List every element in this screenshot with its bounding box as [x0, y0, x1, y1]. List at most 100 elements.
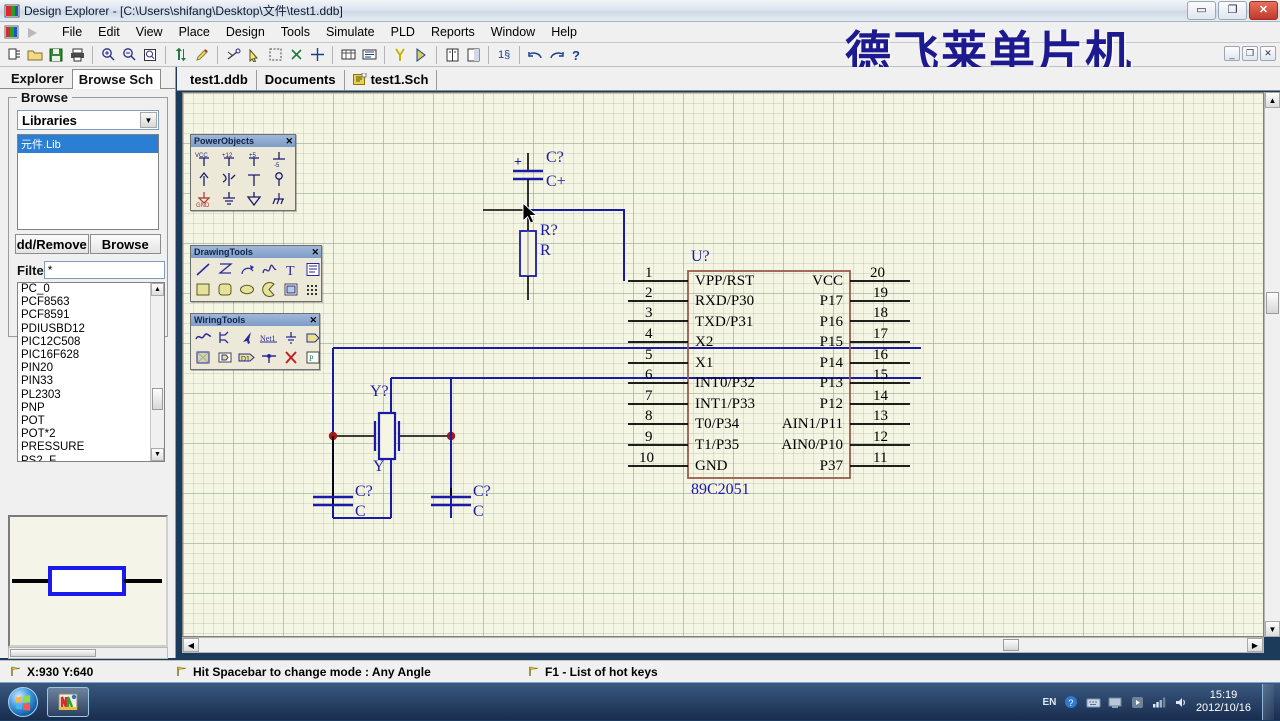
drawing-tools-palette[interactable]: DrawingTools ✕ T	[190, 245, 322, 302]
list-item[interactable]: PDIUSBD12	[18, 323, 164, 336]
list-item[interactable]: PS2_F	[18, 455, 164, 462]
updown-icon[interactable]	[171, 45, 191, 65]
component-list-scrollbar[interactable]: ▲ ▼	[150, 283, 164, 461]
document-app-icon[interactable]	[4, 24, 20, 40]
vcc-power-icon[interactable]: VCC	[193, 149, 214, 168]
menu-item-file[interactable]: File	[54, 23, 90, 41]
scroll-down-icon[interactable]: ▼	[1265, 621, 1280, 637]
menu-item-help[interactable]: Help	[543, 23, 585, 41]
earth-ground-icon[interactable]	[218, 189, 239, 208]
volume-tray-icon[interactable]	[1174, 695, 1189, 710]
start-orb-icon[interactable]	[8, 687, 38, 717]
list-item[interactable]: POT	[18, 415, 164, 428]
sheet-symbol-icon[interactable]	[193, 348, 214, 367]
scrollbar-thumb[interactable]	[1266, 292, 1279, 314]
menu-item-place[interactable]: Place	[171, 23, 218, 41]
list-item[interactable]: PNP	[18, 402, 164, 415]
browse-scope-combo[interactable]: Libraries ▼	[17, 110, 159, 130]
close-icon[interactable]: ✕	[285, 137, 293, 146]
ime-indicator[interactable]: EN	[1042, 695, 1057, 710]
polygon-icon[interactable]	[215, 260, 236, 279]
media-tray-icon[interactable]	[1130, 695, 1145, 710]
open-icon[interactable]	[25, 45, 45, 65]
arc-icon[interactable]	[237, 260, 258, 279]
scrollbar-thumb[interactable]	[10, 649, 96, 657]
ellipse-icon[interactable]	[237, 280, 258, 299]
canvas-vertical-scrollbar[interactable]: ▲ ▼	[1264, 92, 1280, 637]
rectangle-icon[interactable]	[193, 280, 214, 299]
curve-icon[interactable]	[259, 260, 280, 279]
scroll-left-icon[interactable]: ◀	[183, 638, 199, 652]
list-item[interactable]: PIC12C508	[18, 336, 164, 349]
undo-icon[interactable]	[525, 45, 545, 65]
select-area-icon[interactable]	[265, 45, 285, 65]
menu-item-view[interactable]: View	[128, 23, 171, 41]
net-label-icon[interactable]: Net1	[259, 328, 280, 347]
netlist-icon[interactable]	[338, 45, 358, 65]
power-objects-palette[interactable]: PowerObjects ✕ VCC +12 +5 -5 GND	[190, 134, 296, 211]
plus12-power-icon[interactable]: +12	[218, 149, 239, 168]
design-explorer-taskbar-item[interactable]	[47, 687, 89, 717]
scrollbar-thumb[interactable]	[152, 388, 163, 410]
chevron-down-icon[interactable]: ▼	[140, 112, 157, 128]
minimize-button[interactable]: ▭	[1187, 1, 1216, 20]
menu-item-reports[interactable]: Reports	[423, 23, 483, 41]
browse-button[interactable]: Browse	[90, 234, 162, 254]
list-item[interactable]: PIC16F628	[18, 349, 164, 362]
list-item[interactable]: POT*2	[18, 428, 164, 441]
palette-title-bar[interactable]: WiringTools ✕	[191, 314, 319, 326]
library-list-item-selected[interactable]: 元件.Lib	[18, 135, 158, 153]
menu-item-design[interactable]: Design	[218, 23, 273, 41]
tab-browse-sch[interactable]: Browse Sch	[72, 69, 161, 89]
scroll-right-icon[interactable]: ▶	[1247, 638, 1263, 652]
menu-item-simulate[interactable]: Simulate	[318, 23, 383, 41]
keyboard-tray-icon[interactable]	[1086, 695, 1101, 710]
tab-documents[interactable]: Documents	[257, 70, 345, 90]
tab-test1-sch[interactable]: test1.Sch	[345, 70, 438, 90]
network-tray-icon[interactable]	[1152, 695, 1167, 710]
schematic-canvas[interactable]: +	[182, 92, 1264, 637]
filter-input[interactable]: *	[44, 261, 165, 279]
circle-power-icon[interactable]	[269, 169, 290, 188]
highlight-icon[interactable]	[192, 45, 212, 65]
list-item[interactable]: PIN20	[18, 362, 164, 375]
palette-title-bar[interactable]: DrawingTools ✕	[191, 246, 321, 258]
list-item[interactable]: PIN33	[18, 375, 164, 388]
scroll-down-icon[interactable]: ▼	[151, 448, 164, 461]
preview-scrollbar[interactable]	[8, 647, 168, 659]
erc-icon[interactable]	[359, 45, 379, 65]
power-port-icon[interactable]	[281, 328, 302, 347]
help-tray-icon[interactable]: ?	[1064, 695, 1079, 710]
no-erc-icon[interactable]	[281, 348, 302, 367]
browse-lib-icon[interactable]	[442, 45, 462, 65]
mdi-close-button[interactable]: ✕	[1260, 46, 1276, 61]
scroll-up-icon[interactable]: ▲	[1265, 92, 1280, 108]
scrollbar-thumb[interactable]	[1003, 639, 1019, 651]
deselect-icon[interactable]	[286, 45, 306, 65]
canvas-horizontal-scrollbar[interactable]: ◀ ▶	[182, 637, 1264, 653]
place-part-icon[interactable]	[390, 45, 410, 65]
menu-item-window[interactable]: Window	[483, 23, 543, 41]
menu-item-tools[interactable]: Tools	[273, 23, 318, 41]
window-menu-arrow-icon[interactable]	[26, 25, 44, 39]
bus-entry-icon[interactable]	[237, 328, 258, 347]
zoom-area-icon[interactable]	[140, 45, 160, 65]
pie-icon[interactable]	[259, 280, 280, 299]
bar-power-icon[interactable]	[244, 169, 265, 188]
zoom-in-icon[interactable]	[98, 45, 118, 65]
junction-icon[interactable]	[259, 348, 280, 367]
text-icon[interactable]: T	[281, 260, 302, 279]
list-item[interactable]: PCF8591	[18, 309, 164, 322]
bus-icon[interactable]	[215, 328, 236, 347]
text-frame-icon[interactable]	[303, 260, 324, 279]
line-icon[interactable]	[193, 260, 214, 279]
close-button[interactable]: ✕	[1249, 1, 1278, 20]
round-rect-icon[interactable]	[215, 280, 236, 299]
sheet-entry-icon[interactable]	[215, 348, 236, 367]
cut-wire-icon[interactable]	[223, 45, 243, 65]
list-item[interactable]: PL2303	[18, 389, 164, 402]
help-icon[interactable]: ?	[567, 45, 587, 65]
close-icon[interactable]: ✕	[309, 316, 317, 325]
mdi-minimize-button[interactable]: _	[1224, 46, 1240, 61]
scroll-up-icon[interactable]: ▲	[151, 283, 164, 296]
